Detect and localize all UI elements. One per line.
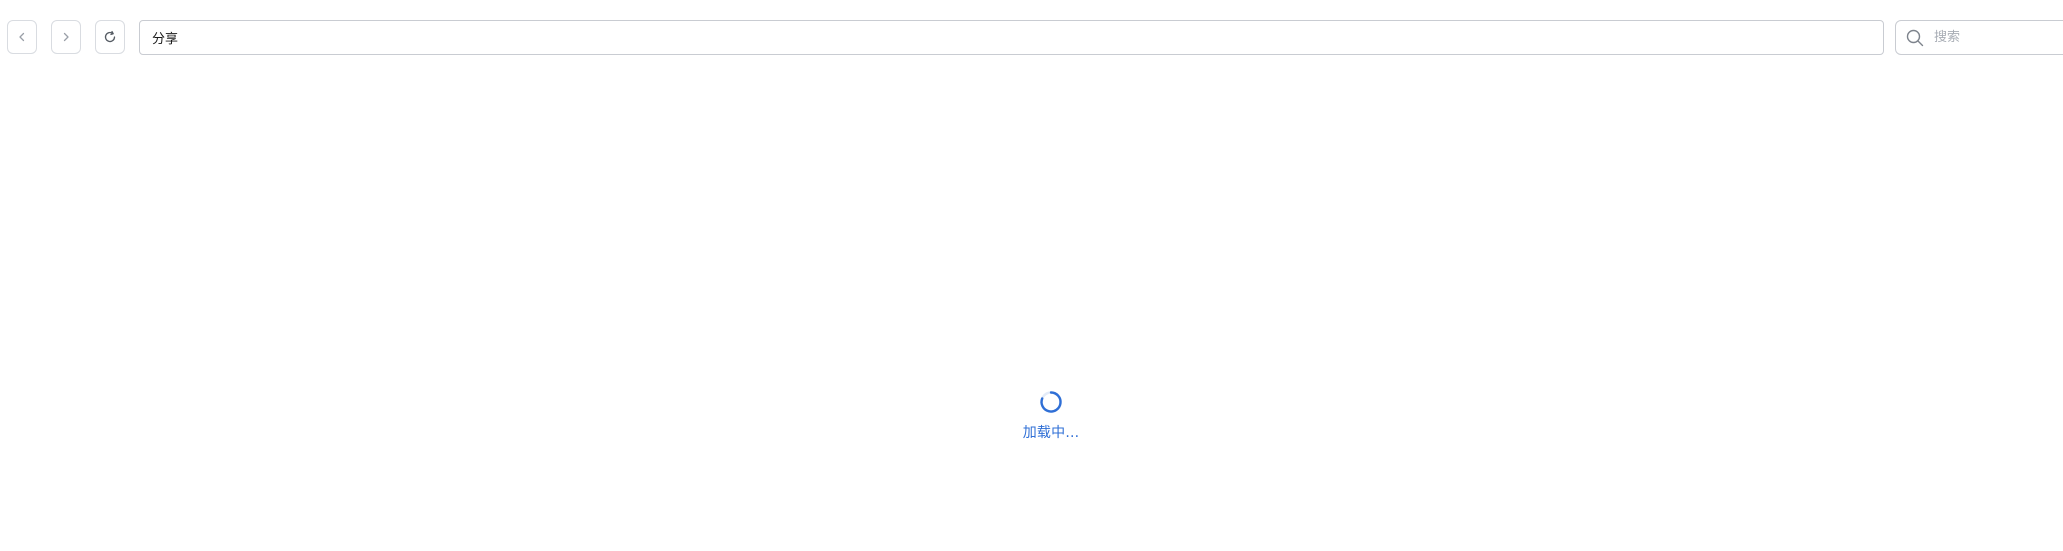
- refresh-button[interactable]: [95, 20, 125, 54]
- loading-text: 加载中...: [1022, 425, 1080, 441]
- toolbar: 分享: [0, 0, 2063, 60]
- refresh-icon: [103, 30, 117, 44]
- search-box[interactable]: [1895, 20, 2063, 55]
- spinner-icon: [1039, 390, 1063, 418]
- back-button[interactable]: [7, 20, 37, 54]
- forward-button[interactable]: [51, 20, 81, 54]
- chevron-right-icon: [61, 32, 71, 42]
- chevron-left-icon: [17, 32, 27, 42]
- loading-indicator: 加载中...: [981, 390, 1121, 442]
- address-text: 分享: [152, 32, 179, 47]
- search-input[interactable]: [1932, 29, 2056, 46]
- search-icon: [1906, 29, 1924, 47]
- address-bar[interactable]: 分享: [139, 20, 1884, 55]
